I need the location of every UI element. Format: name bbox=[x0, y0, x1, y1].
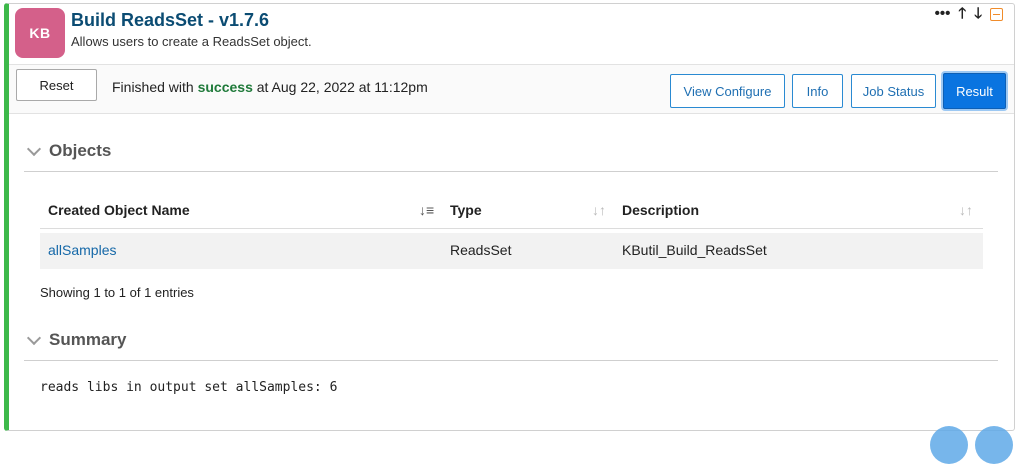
status-prefix: Finished with bbox=[112, 79, 194, 95]
view-configure-button[interactable]: View Configure bbox=[670, 74, 785, 108]
summary-title: Summary bbox=[49, 330, 127, 349]
objects-table-header: Created Object Name ↓≡ Type ↓↑ Descripti… bbox=[40, 196, 983, 229]
divider bbox=[24, 171, 998, 172]
object-name-link[interactable]: allSamples bbox=[48, 242, 116, 258]
chevron-down-icon bbox=[26, 330, 42, 346]
info-button[interactable]: Info bbox=[792, 74, 843, 108]
app-icon: KB bbox=[15, 8, 65, 58]
summary-section-toggle[interactable]: Summary bbox=[25, 330, 126, 350]
move-down-icon[interactable]: 🡓 bbox=[974, 6, 982, 22]
app-description: Allows users to create a ReadsSet object… bbox=[71, 34, 312, 49]
col-header-type[interactable]: Type bbox=[450, 202, 482, 218]
collapse-icon[interactable] bbox=[990, 7, 1003, 21]
sort-icon[interactable]: ↓↑ bbox=[959, 202, 973, 218]
status-success: success bbox=[197, 79, 253, 95]
col-header-description[interactable]: Description bbox=[622, 202, 699, 218]
divider bbox=[24, 360, 998, 361]
sort-desc-icon[interactable]: ↓≡ bbox=[419, 202, 434, 218]
floating-action-button[interactable] bbox=[975, 426, 1013, 464]
more-options-icon[interactable]: ••• bbox=[935, 6, 951, 22]
col-header-name[interactable]: Created Object Name bbox=[48, 202, 190, 218]
object-description: KButil_Build_ReadsSet bbox=[622, 242, 767, 258]
job-status-button[interactable]: Job Status bbox=[851, 74, 936, 108]
move-up-icon[interactable]: 🡑 bbox=[958, 6, 966, 22]
cell-controls: ••• 🡑 🡓 bbox=[935, 6, 1003, 22]
table-row: allSamples ReadsSet KButil_Build_ReadsSe… bbox=[40, 233, 983, 269]
result-button[interactable]: Result bbox=[943, 73, 1006, 109]
objects-section-toggle[interactable]: Objects bbox=[25, 141, 111, 161]
object-type: ReadsSet bbox=[450, 242, 512, 258]
app-toolbar: Reset Finished with success at Aug 22, 2… bbox=[9, 64, 1014, 114]
chevron-down-icon bbox=[26, 141, 42, 157]
floating-action-button[interactable] bbox=[930, 426, 968, 464]
app-header: KB Build ReadsSet - v1.7.6 Allows users … bbox=[9, 6, 1015, 62]
sort-icon[interactable]: ↓↑ bbox=[592, 202, 606, 218]
objects-title: Objects bbox=[49, 141, 112, 160]
app-title: Build ReadsSet - v1.7.6 bbox=[71, 10, 270, 30]
run-status: Finished with success at Aug 22, 2022 at… bbox=[112, 79, 428, 95]
reset-button[interactable]: Reset bbox=[16, 69, 97, 101]
table-entries-info: Showing 1 to 1 of 1 entries bbox=[40, 285, 194, 300]
status-suffix: at Aug 22, 2022 at 11:12pm bbox=[256, 79, 428, 95]
summary-text: reads libs in output set allSamples: 6 bbox=[40, 380, 338, 395]
